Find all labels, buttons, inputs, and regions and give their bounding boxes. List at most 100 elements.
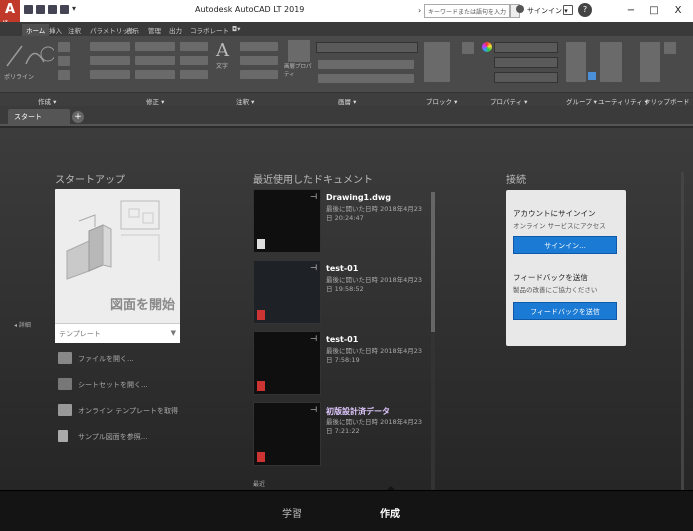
panel-groups[interactable]: グループ ▾ — [566, 96, 597, 106]
building-sketch-icon — [66, 200, 160, 280]
panel-modify[interactable]: 修正 ▾ — [146, 96, 164, 106]
connect-title: 接続 — [506, 175, 526, 186]
recent-view-toggle[interactable]: 最近 — [253, 479, 265, 488]
layer-tools-row2[interactable] — [318, 74, 414, 83]
quick-access-dropdown-icon[interactable]: ▾ — [72, 4, 76, 13]
details-toggle[interactable]: ◂ 詳細 — [14, 320, 31, 329]
recent-scroll-thumb[interactable] — [431, 192, 435, 332]
pin-icon[interactable]: ⊣ — [310, 192, 317, 201]
tab-collaborate[interactable]: コラボレート — [186, 24, 233, 36]
mirror-tool[interactable] — [135, 56, 175, 65]
text-icon: A — [216, 40, 229, 61]
panel-draw[interactable]: 作成 ▾ — [38, 96, 56, 106]
panel-annotation[interactable]: 注釈 ▾ — [236, 96, 254, 106]
search-expand-icon[interactable]: › — [418, 6, 421, 15]
signin-button[interactable]: サインイン... — [513, 236, 617, 254]
panel-block[interactable]: ブロック ▾ — [426, 96, 457, 106]
page-scrollbar[interactable] — [681, 172, 684, 490]
folder-icon — [58, 352, 72, 364]
save-icon[interactable] — [48, 5, 57, 14]
lineweight-combo[interactable] — [494, 72, 558, 83]
recent-docs-title: 最近使用したドキュメント — [253, 175, 373, 186]
move-tool[interactable] — [90, 42, 130, 51]
table-tool[interactable] — [240, 70, 278, 79]
tab-output[interactable]: 出力 — [165, 24, 186, 36]
signin-menu[interactable]: サインイン ▾ — [516, 5, 568, 16]
tab-insert[interactable]: 挿入 — [45, 24, 66, 36]
user-icon — [516, 5, 524, 13]
stretch-tool[interactable] — [90, 70, 130, 79]
template-doc-icon — [58, 404, 72, 416]
pin-icon[interactable]: ⊣ — [310, 263, 317, 272]
color-combo[interactable] — [494, 42, 558, 53]
group-select-icon[interactable] — [588, 72, 596, 80]
save-as-icon[interactable] — [60, 5, 69, 14]
application-menu-button[interactable]: A LT — [0, 0, 20, 25]
panel-layers[interactable]: 画層 ▾ — [338, 96, 356, 106]
template-value: テンプレート — [59, 330, 101, 338]
search-placeholder: キーワードまたは語句を入力 — [428, 9, 507, 16]
copy-tool[interactable] — [90, 56, 130, 65]
maximize-button[interactable]: □ — [645, 3, 663, 19]
insert-block-icon[interactable] — [424, 42, 450, 82]
copy-clip-icon[interactable] — [664, 42, 676, 54]
panel-properties[interactable]: プロパティ ▾ — [490, 96, 527, 106]
tab-annotate[interactable]: 注釈 — [64, 24, 85, 36]
panel-utilities[interactable]: ユーティリティ ▾ — [598, 96, 648, 106]
rectangle-icon[interactable] — [58, 42, 70, 52]
tab-learn[interactable]: 学習 — [282, 505, 302, 520]
tab-create[interactable]: 作成 — [380, 505, 400, 520]
layer-combo[interactable] — [316, 42, 418, 53]
tab-view[interactable]: 表示 — [122, 24, 143, 36]
connect-panel: アカウントにサインイン オンライン サービスにアクセス サインイン... フィー… — [506, 190, 626, 346]
recent-doc-name[interactable]: 初版設計済データ — [326, 406, 390, 417]
scale-tool[interactable] — [135, 70, 175, 79]
group-icon[interactable] — [566, 42, 586, 82]
linetype-combo[interactable] — [494, 57, 558, 68]
rotate-tool[interactable] — [135, 42, 175, 51]
new-file-icon[interactable] — [24, 5, 33, 14]
measure-icon[interactable] — [600, 42, 622, 82]
pin-icon[interactable]: ⊣ — [310, 334, 317, 343]
template-dropdown[interactable]: テンプレート ▼ — [55, 323, 180, 343]
recent-doc-thumbnail[interactable]: ⊣ — [253, 331, 321, 395]
recent-doc-name[interactable]: Drawing1.dwg — [326, 193, 391, 202]
tab-extra-dropdown[interactable]: ◘▾ — [228, 24, 244, 34]
exchange-icon[interactable] — [563, 5, 573, 15]
draw-more-icon[interactable] — [58, 70, 70, 80]
recent-doc-thumbnail[interactable]: ⊣ — [253, 402, 321, 466]
recent-doc-name[interactable]: test-01 — [326, 335, 358, 344]
trim-tool[interactable] — [180, 42, 208, 51]
recent-doc-thumbnail[interactable]: ⊣ — [253, 189, 321, 253]
start-drawing-card[interactable]: 図面を開始 テンプレート ▼ — [55, 189, 180, 343]
sample-doc-icon — [58, 430, 68, 442]
layer-properties-icon — [288, 40, 310, 62]
layer-properties-tool[interactable]: 画層プロパティ — [284, 40, 314, 84]
leader-tool[interactable] — [240, 56, 278, 65]
tab-manage[interactable]: 管理 — [144, 24, 165, 36]
tab-start[interactable]: スタート — [8, 109, 70, 125]
send-feedback-button[interactable]: フィードバックを送信 — [513, 302, 617, 320]
text-tool[interactable]: A 文字 — [216, 40, 238, 84]
layer-tools-row1[interactable] — [318, 60, 414, 69]
fillet-tool[interactable] — [180, 56, 208, 65]
pin-icon[interactable]: ⊣ — [310, 405, 317, 414]
add-tab-button[interactable]: + — [72, 111, 84, 123]
dimension-tool[interactable] — [240, 42, 278, 51]
polyline-tool[interactable]: ポリライン — [4, 40, 56, 84]
array-tool[interactable] — [180, 70, 208, 79]
account-subtext: オンライン サービスにアクセス — [513, 222, 606, 230]
paste-icon[interactable] — [640, 42, 660, 82]
search-input[interactable]: キーワードまたは語句を入力 — [424, 4, 510, 18]
recent-doc-name[interactable]: test-01 — [326, 264, 358, 273]
close-button[interactable]: X — [669, 3, 687, 19]
recent-doc-thumbnail[interactable]: ⊣ — [253, 260, 321, 324]
open-file-icon[interactable] — [36, 5, 45, 14]
help-icon[interactable]: ? — [578, 3, 592, 17]
panel-clipboard[interactable]: クリップボード — [644, 96, 690, 106]
match-properties-icon[interactable] — [462, 42, 474, 54]
minimize-button[interactable]: − — [622, 3, 640, 19]
title-bar: A LT ▾ Autodesk AutoCAD LT 2019 › キーワードま… — [0, 0, 693, 25]
color-wheel-icon[interactable] — [482, 42, 492, 52]
hatch-icon[interactable] — [58, 56, 70, 66]
